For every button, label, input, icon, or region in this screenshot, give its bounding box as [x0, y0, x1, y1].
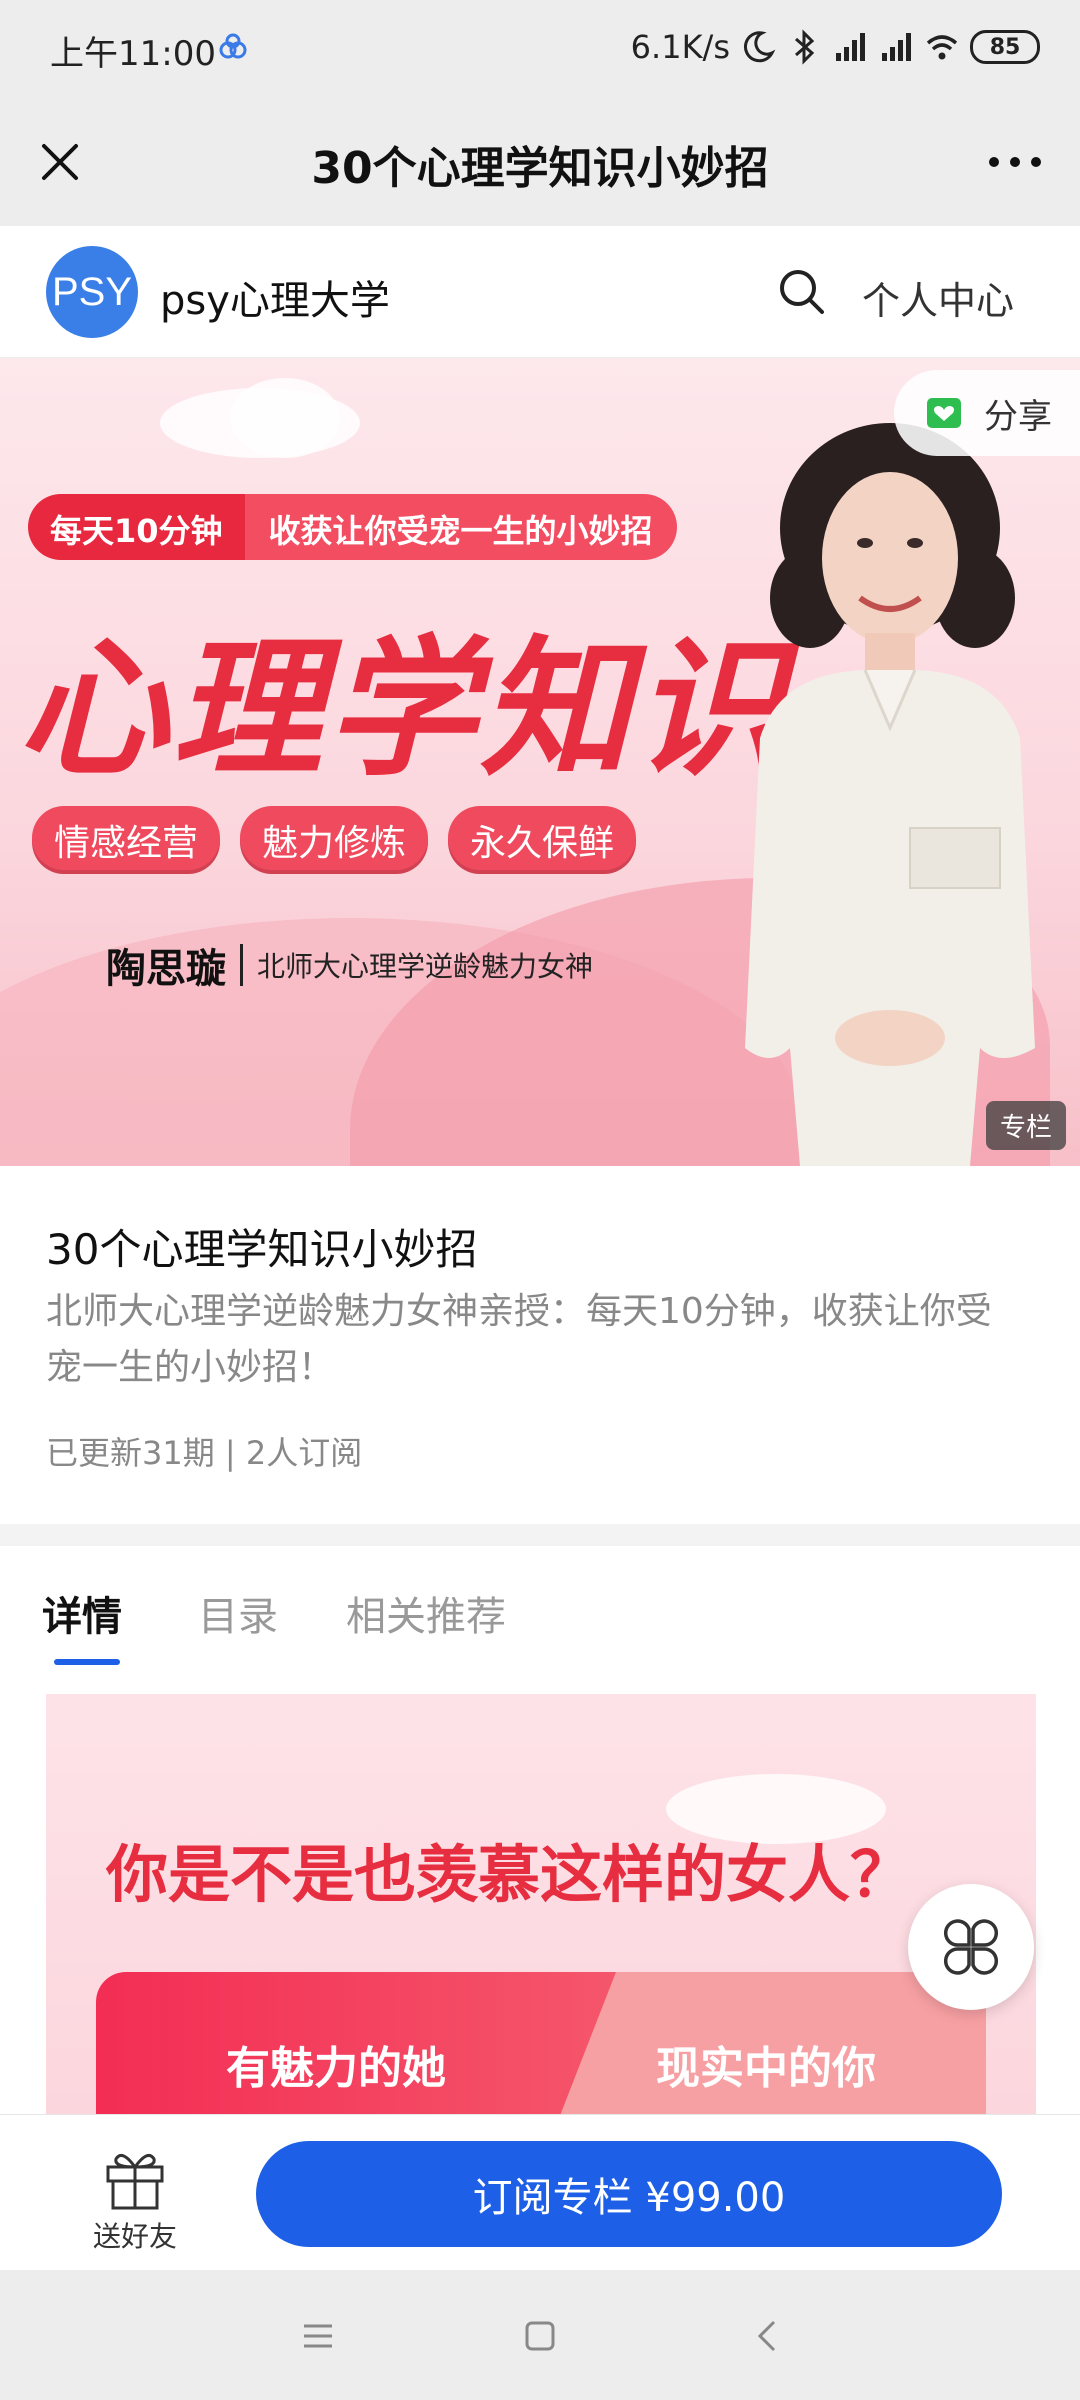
- course-title: 30个心理学知识小妙招: [46, 1225, 478, 1274]
- instructor-portrait: [745, 423, 1035, 1166]
- network-speed: 6.1K/s: [630, 28, 730, 66]
- status-time: 上午11:00: [50, 34, 216, 74]
- moon-icon: [743, 31, 776, 63]
- comparison-left-label: 有魅力的她: [226, 2043, 446, 2094]
- banner-tag: 情感经营: [32, 806, 221, 874]
- bottom-action-bar: 送好友 订阅专栏 ¥99.00: [0, 2114, 1080, 2270]
- column-badge: 专栏: [985, 1101, 1066, 1150]
- back-icon[interactable]: [748, 2316, 788, 2356]
- course-info: 30个心理学知识小妙招 北师大心理学逆龄魅力女神亲授：每天10分钟，收获让你受宠…: [0, 1166, 1080, 1524]
- banner-tag: 永久保鲜: [448, 806, 637, 874]
- brand-bar: PSY psy心理大学 个人中心: [0, 226, 1080, 358]
- banner-slogan: 每天10分钟 收获让你受宠一生的小妙招: [28, 494, 677, 560]
- share-button[interactable]: 分享: [894, 370, 1080, 456]
- detail-headline: 你是不是也羡慕这样的女人？: [106, 1838, 913, 1911]
- course-description: 北师大心理学逆龄魅力女神亲授：每天10分钟，收获让你受宠一生的小妙招！: [46, 1291, 992, 1388]
- share-label: 分享: [984, 396, 1052, 437]
- section-divider: [0, 1524, 1080, 1546]
- banner-tags: 情感经营 魅力修炼 永久保鲜: [32, 806, 637, 874]
- slogan-part2: 收获让你受宠一生的小妙招: [244, 494, 677, 560]
- author-name: 陶思璇: [106, 946, 226, 992]
- banner-tag: 魅力修炼: [240, 806, 429, 874]
- four-petal-menu-icon: [943, 1919, 999, 1975]
- signal-icon: [836, 33, 865, 61]
- comparison-right-label: 现实中的你: [656, 2043, 876, 2094]
- gift-label: 送好友: [92, 2220, 177, 2253]
- comparison-box: 有魅力的她 现实中的你: [96, 1972, 986, 2114]
- detail-image: 你是不是也羡慕这样的女人？ 有魅力的她 现实中的你: [46, 1694, 1036, 2114]
- author-description: 北师大心理学逆龄魅力女神: [257, 950, 594, 983]
- status-indicators: 6.1K/s 85: [631, 22, 1040, 72]
- banner-author: 陶思璇 北师大心理学逆龄魅力女神: [106, 936, 593, 994]
- banner-cloud: [230, 378, 340, 458]
- floating-menu-button[interactable]: [908, 1884, 1034, 2010]
- top-header: 30个心理学知识小妙招: [0, 96, 1080, 226]
- tab-details[interactable]: 详情: [42, 1584, 122, 1642]
- battery-indicator: 85: [970, 30, 1040, 64]
- status-bar: 上午11:00 6.1K/s 85: [0, 0, 1080, 96]
- page-title: 30个心理学知识小妙招: [311, 143, 769, 194]
- tab-catalog[interactable]: 目录: [198, 1584, 278, 1642]
- tab-bar: 详情 目录 相关推荐: [0, 1546, 1080, 1666]
- course-banner[interactable]: 每天10分钟 收获让你受宠一生的小妙招 心理学知识 情感经营 魅力修炼 永久保鲜…: [0, 358, 1080, 1166]
- subscribe-button[interactable]: 订阅专栏 ¥99.00: [256, 2141, 1002, 2247]
- author-divider: [240, 944, 243, 986]
- tab-recommendations[interactable]: 相关推荐: [346, 1584, 506, 1642]
- home-icon[interactable]: [520, 2316, 560, 2356]
- brand-name[interactable]: psy心理大学: [160, 268, 390, 326]
- search-icon[interactable]: [772, 262, 832, 322]
- personal-center-link[interactable]: 个人中心: [862, 270, 1014, 325]
- more-icon[interactable]: [980, 132, 1050, 192]
- bluetooth-icon: [795, 29, 815, 65]
- signal-icon-2: [882, 33, 911, 61]
- menu-icon[interactable]: [298, 2316, 338, 2356]
- system-nav-bar: [0, 2270, 1080, 2400]
- brand-logo[interactable]: PSY: [46, 246, 138, 338]
- wechat-share-icon: [927, 398, 961, 428]
- app-notification-icon: [219, 33, 247, 59]
- active-tab-indicator: [54, 1659, 120, 1665]
- course-meta: 已更新31期 | 2人订阅: [46, 1434, 363, 1472]
- wifi-icon: [926, 35, 958, 60]
- gift-icon: [106, 2153, 164, 2210]
- banner-headline: 心理学知识: [18, 621, 789, 797]
- gift-button[interactable]: 送好友: [90, 2145, 180, 2255]
- slogan-part1: 每天10分钟: [28, 494, 245, 560]
